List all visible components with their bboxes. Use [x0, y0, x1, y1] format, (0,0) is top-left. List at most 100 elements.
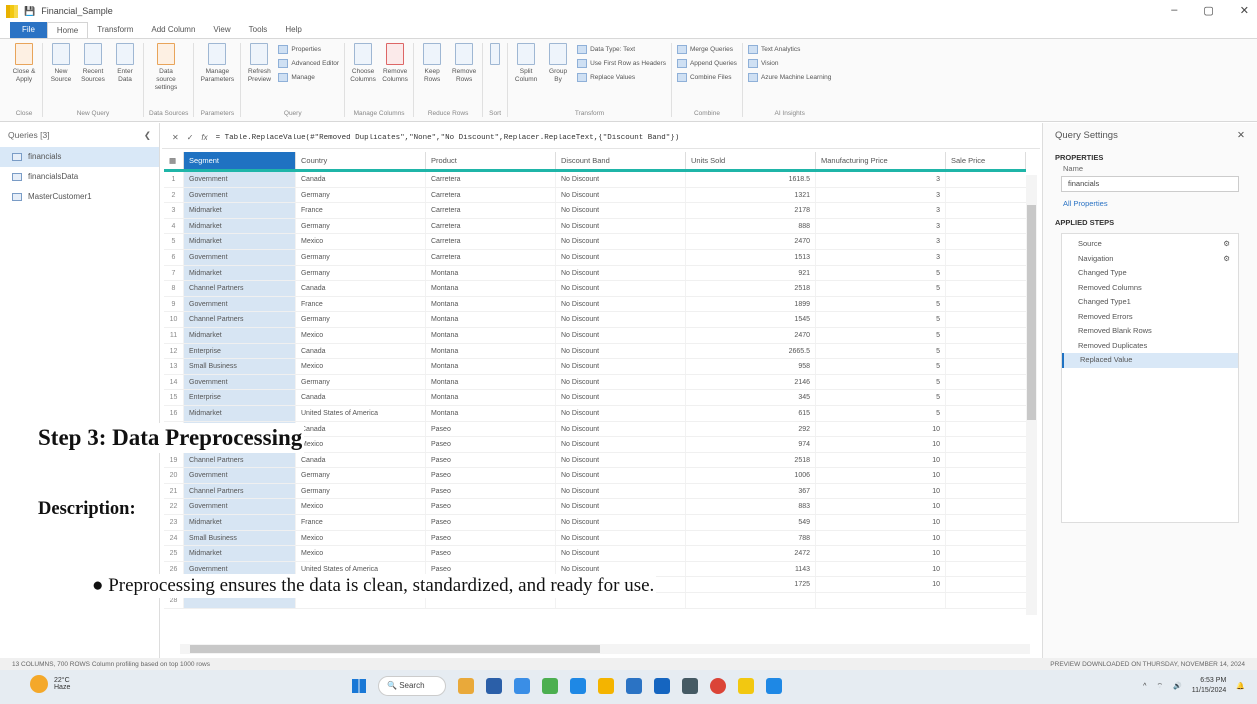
table-cell[interactable]: 5	[816, 281, 946, 296]
applied-step[interactable]: Changed Type	[1062, 266, 1238, 281]
chrome-icon[interactable]	[710, 678, 726, 694]
table-cell[interactable]: Montana	[426, 312, 556, 327]
table-cell[interactable]: Mexico	[296, 327, 426, 343]
row-index[interactable]: 10	[164, 312, 184, 327]
table-cell[interactable]: 3	[816, 249, 946, 265]
query-item-financialsdata[interactable]: financialsData	[0, 167, 159, 187]
power-bi-icon[interactable]	[738, 678, 754, 694]
table-cell[interactable]: No Discount	[556, 281, 686, 296]
table-cell[interactable]: No Discount	[556, 327, 686, 343]
table-cell[interactable]: Montana	[426, 343, 556, 359]
table-cell[interactable]: Mexico	[296, 359, 426, 374]
maximize-button[interactable]: ▢	[1203, 4, 1213, 17]
table-cell[interactable]: Midmarket	[184, 327, 296, 343]
table-cell[interactable]: 1321	[686, 187, 816, 203]
row-index[interactable]: 14	[164, 374, 184, 390]
data-source-settings-button[interactable]: Data source settings	[149, 43, 183, 92]
table-cell[interactable]: 5	[816, 265, 946, 281]
tab-help[interactable]: Help	[276, 22, 310, 38]
taskbar-search[interactable]: 🔍 Search	[378, 676, 446, 696]
query-name-input[interactable]: financials	[1061, 176, 1239, 192]
gear-icon[interactable]: ⚙	[1223, 237, 1230, 252]
weather-widget[interactable]: 22°C Haze	[30, 675, 70, 693]
table-cell[interactable]: Canada	[296, 172, 426, 187]
table-cell[interactable]: Germany	[296, 265, 426, 281]
column-header-country[interactable]: Country	[296, 152, 426, 169]
table-cell[interactable]: Midmarket	[184, 218, 296, 234]
horizontal-scroll-thumb[interactable]	[190, 645, 600, 653]
applied-step[interactable]: Replaced Value	[1062, 353, 1238, 368]
combine-files-button[interactable]: Combine Files	[677, 73, 737, 82]
row-index[interactable]: 11	[164, 327, 184, 343]
vision-button[interactable]: Vision	[748, 59, 831, 68]
recent-sources-button[interactable]: Recent Sources	[80, 43, 106, 84]
row-index[interactable]: 4	[164, 218, 184, 234]
table-cell[interactable]: Germany	[296, 218, 426, 234]
row-index[interactable]: 2	[164, 187, 184, 203]
cancel-icon[interactable]: ✕	[172, 133, 179, 142]
column-header-product[interactable]: Product	[426, 152, 556, 169]
save-icon[interactable]: 💾	[24, 6, 35, 17]
gear-icon[interactable]: ⚙	[1223, 252, 1230, 267]
table-cell[interactable]: No Discount	[556, 374, 686, 390]
tab-home[interactable]: Home	[46, 22, 89, 38]
table-cell[interactable]: Carretera	[426, 249, 556, 265]
query-item-financials[interactable]: financials	[0, 147, 159, 167]
close-apply-button[interactable]: Close & Apply	[11, 43, 37, 84]
table-cell[interactable]: No Discount	[556, 172, 686, 187]
tab-view[interactable]: View	[204, 22, 239, 38]
row-index[interactable]: 6	[164, 249, 184, 265]
table-row[interactable]: 13 Small Business Mexico Montana No Discount…	[164, 359, 1026, 375]
column-header-manufacturing-price[interactable]: Manufacturing Price	[816, 152, 946, 169]
table-cell[interactable]: 5	[816, 327, 946, 343]
table-cell[interactable]: Montana	[426, 374, 556, 390]
query-item-mastercustomer[interactable]: MasterCustomer1	[0, 187, 159, 207]
formula-input[interactable]: = Table.ReplaceValue(#"Removed Duplicate…	[216, 134, 680, 142]
table-cell[interactable]: Carretera	[426, 234, 556, 249]
table-cell[interactable]: 958	[686, 359, 816, 374]
table-row[interactable]: 5 Midmarket Mexico Carretera No Discount 2470…	[164, 234, 1026, 250]
app-icon[interactable]	[766, 678, 782, 694]
table-cell[interactable]: Carretera	[426, 218, 556, 234]
choose-columns-button[interactable]: Choose Columns	[350, 43, 376, 84]
terminal-icon[interactable]	[682, 678, 698, 694]
table-cell[interactable]: 2470	[686, 234, 816, 249]
column-header-sale-price[interactable]: Sale Price	[946, 152, 1026, 169]
row-index[interactable]: 5	[164, 234, 184, 249]
sort-button[interactable]	[488, 43, 502, 68]
table-cell[interactable]: 1513	[686, 249, 816, 265]
close-icon[interactable]: ✕	[1237, 130, 1245, 141]
group-by-button[interactable]: Group By	[545, 43, 571, 84]
manage-parameters-button[interactable]: Manage Parameters	[199, 43, 235, 84]
table-cell[interactable]: No Discount	[556, 203, 686, 218]
table-cell[interactable]: 5	[816, 359, 946, 374]
append-queries-button[interactable]: Append Queries	[677, 59, 737, 68]
table-cell[interactable]: No Discount	[556, 218, 686, 234]
applied-step[interactable]: Removed Columns	[1062, 281, 1238, 296]
table-row[interactable]: 7 Midmarket Germany Montana No Discount 921 5	[164, 265, 1026, 282]
data-type-dropdown[interactable]: Data Type: Text	[577, 45, 666, 54]
table-cell[interactable]: Government	[184, 374, 296, 390]
remove-columns-button[interactable]: Remove Columns	[382, 43, 408, 84]
app-icon[interactable]	[542, 678, 558, 694]
collapse-icon[interactable]: ❮	[144, 130, 151, 141]
row-index[interactable]: 13	[164, 359, 184, 374]
all-properties-link[interactable]: All Properties	[1043, 195, 1257, 212]
applied-step[interactable]: Removed Duplicates	[1062, 339, 1238, 354]
table-cell[interactable]: 3	[816, 234, 946, 249]
table-cell[interactable]: 3	[816, 218, 946, 234]
table-cell[interactable]: No Discount	[556, 187, 686, 203]
store-icon[interactable]	[626, 678, 642, 694]
table-cell[interactable]: Midmarket	[184, 234, 296, 249]
table-cell[interactable]: Carretera	[426, 203, 556, 218]
table-cell[interactable]: 2146	[686, 374, 816, 390]
table-row[interactable]: 3 Midmarket France Carretera No Discount 2178…	[164, 203, 1026, 219]
table-row[interactable]: 12 Enterprise Canada Montana No Discount 2665…	[164, 343, 1026, 360]
select-all-corner[interactable]: ▦	[164, 152, 184, 169]
row-index[interactable]: 12	[164, 343, 184, 359]
table-cell[interactable]: Canada	[296, 281, 426, 296]
use-first-row-headers-button[interactable]: Use First Row as Headers	[577, 59, 666, 68]
table-cell[interactable]: Germany	[296, 187, 426, 203]
table-cell[interactable]: 2470	[686, 327, 816, 343]
table-cell[interactable]: No Discount	[556, 296, 686, 312]
